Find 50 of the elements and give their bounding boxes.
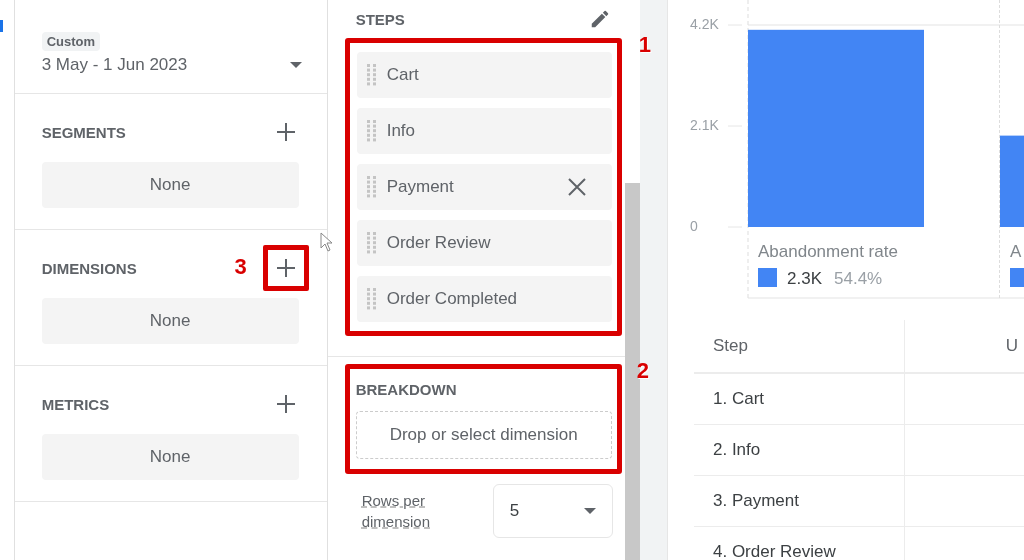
column-header[interactable]: Step bbox=[694, 320, 905, 372]
column-header[interactable]: U bbox=[905, 320, 1024, 372]
cursor-icon bbox=[319, 232, 334, 252]
caret-icon bbox=[583, 508, 596, 514]
empty-slot[interactable]: None bbox=[41, 298, 299, 344]
step-item[interactable]: Order Completed bbox=[356, 276, 612, 322]
section-title: SEGMENTS bbox=[41, 123, 126, 141]
callout-number: 3 bbox=[234, 254, 247, 280]
callout-number: 1 bbox=[638, 32, 651, 58]
drop-zone[interactable]: Drop or select dimension bbox=[355, 411, 612, 459]
rows-per-dimension-label: Rows per dimension bbox=[361, 491, 432, 532]
section-title: METRICS bbox=[41, 395, 110, 413]
axis-tick-label: 2.1K bbox=[690, 116, 719, 133]
step-item[interactable]: Order Review bbox=[356, 220, 612, 266]
section-title: STEPS bbox=[355, 10, 406, 28]
axis-tick-label: 0 bbox=[690, 217, 698, 234]
table-cell: 4. Order Review bbox=[694, 527, 905, 560]
drag-handle-icon bbox=[366, 64, 377, 86]
callout-number: 2 bbox=[636, 358, 649, 384]
empty-slot[interactable]: None bbox=[41, 162, 299, 208]
step-item[interactable]: Cart bbox=[356, 52, 612, 98]
drag-handle-icon bbox=[366, 120, 377, 142]
legend-swatch bbox=[758, 268, 777, 287]
category-label: A bbox=[1010, 242, 1022, 261]
close-icon[interactable] bbox=[567, 178, 586, 196]
category-label: Abandonment rate bbox=[758, 242, 898, 261]
section-title: DIMENSIONS bbox=[41, 259, 137, 277]
axis-tick-label: 4.2K bbox=[690, 15, 719, 32]
drag-handle-icon bbox=[366, 288, 377, 310]
bar-share: 54.4% bbox=[834, 269, 883, 288]
add-button[interactable] bbox=[262, 245, 309, 291]
plus-icon bbox=[275, 394, 296, 414]
legend-swatch bbox=[1010, 268, 1024, 287]
bar-value: 2.3K bbox=[787, 269, 822, 288]
step-item[interactable]: Info bbox=[356, 108, 612, 154]
empty-slot[interactable]: None bbox=[41, 434, 299, 480]
date-range-chip: Custom bbox=[41, 32, 101, 51]
table-cell: 1. Cart bbox=[694, 374, 905, 424]
caret-icon bbox=[289, 62, 302, 68]
plus-icon bbox=[275, 258, 296, 278]
drag-handle-icon bbox=[366, 232, 377, 254]
drag-handle-icon bbox=[366, 176, 377, 198]
table-cell: 2. Info bbox=[694, 425, 905, 475]
table-cell: 3. Payment bbox=[694, 476, 905, 526]
rows-dropdown[interactable]: 5 bbox=[492, 484, 613, 538]
tab-indicator bbox=[0, 20, 3, 32]
step-item[interactable]: Payment bbox=[356, 164, 612, 210]
date-range-dropdown[interactable]: 3 May - 1 Jun 2023 bbox=[41, 55, 302, 75]
section-title: BREAKDOWN bbox=[355, 381, 458, 399]
plus-icon bbox=[275, 122, 296, 142]
